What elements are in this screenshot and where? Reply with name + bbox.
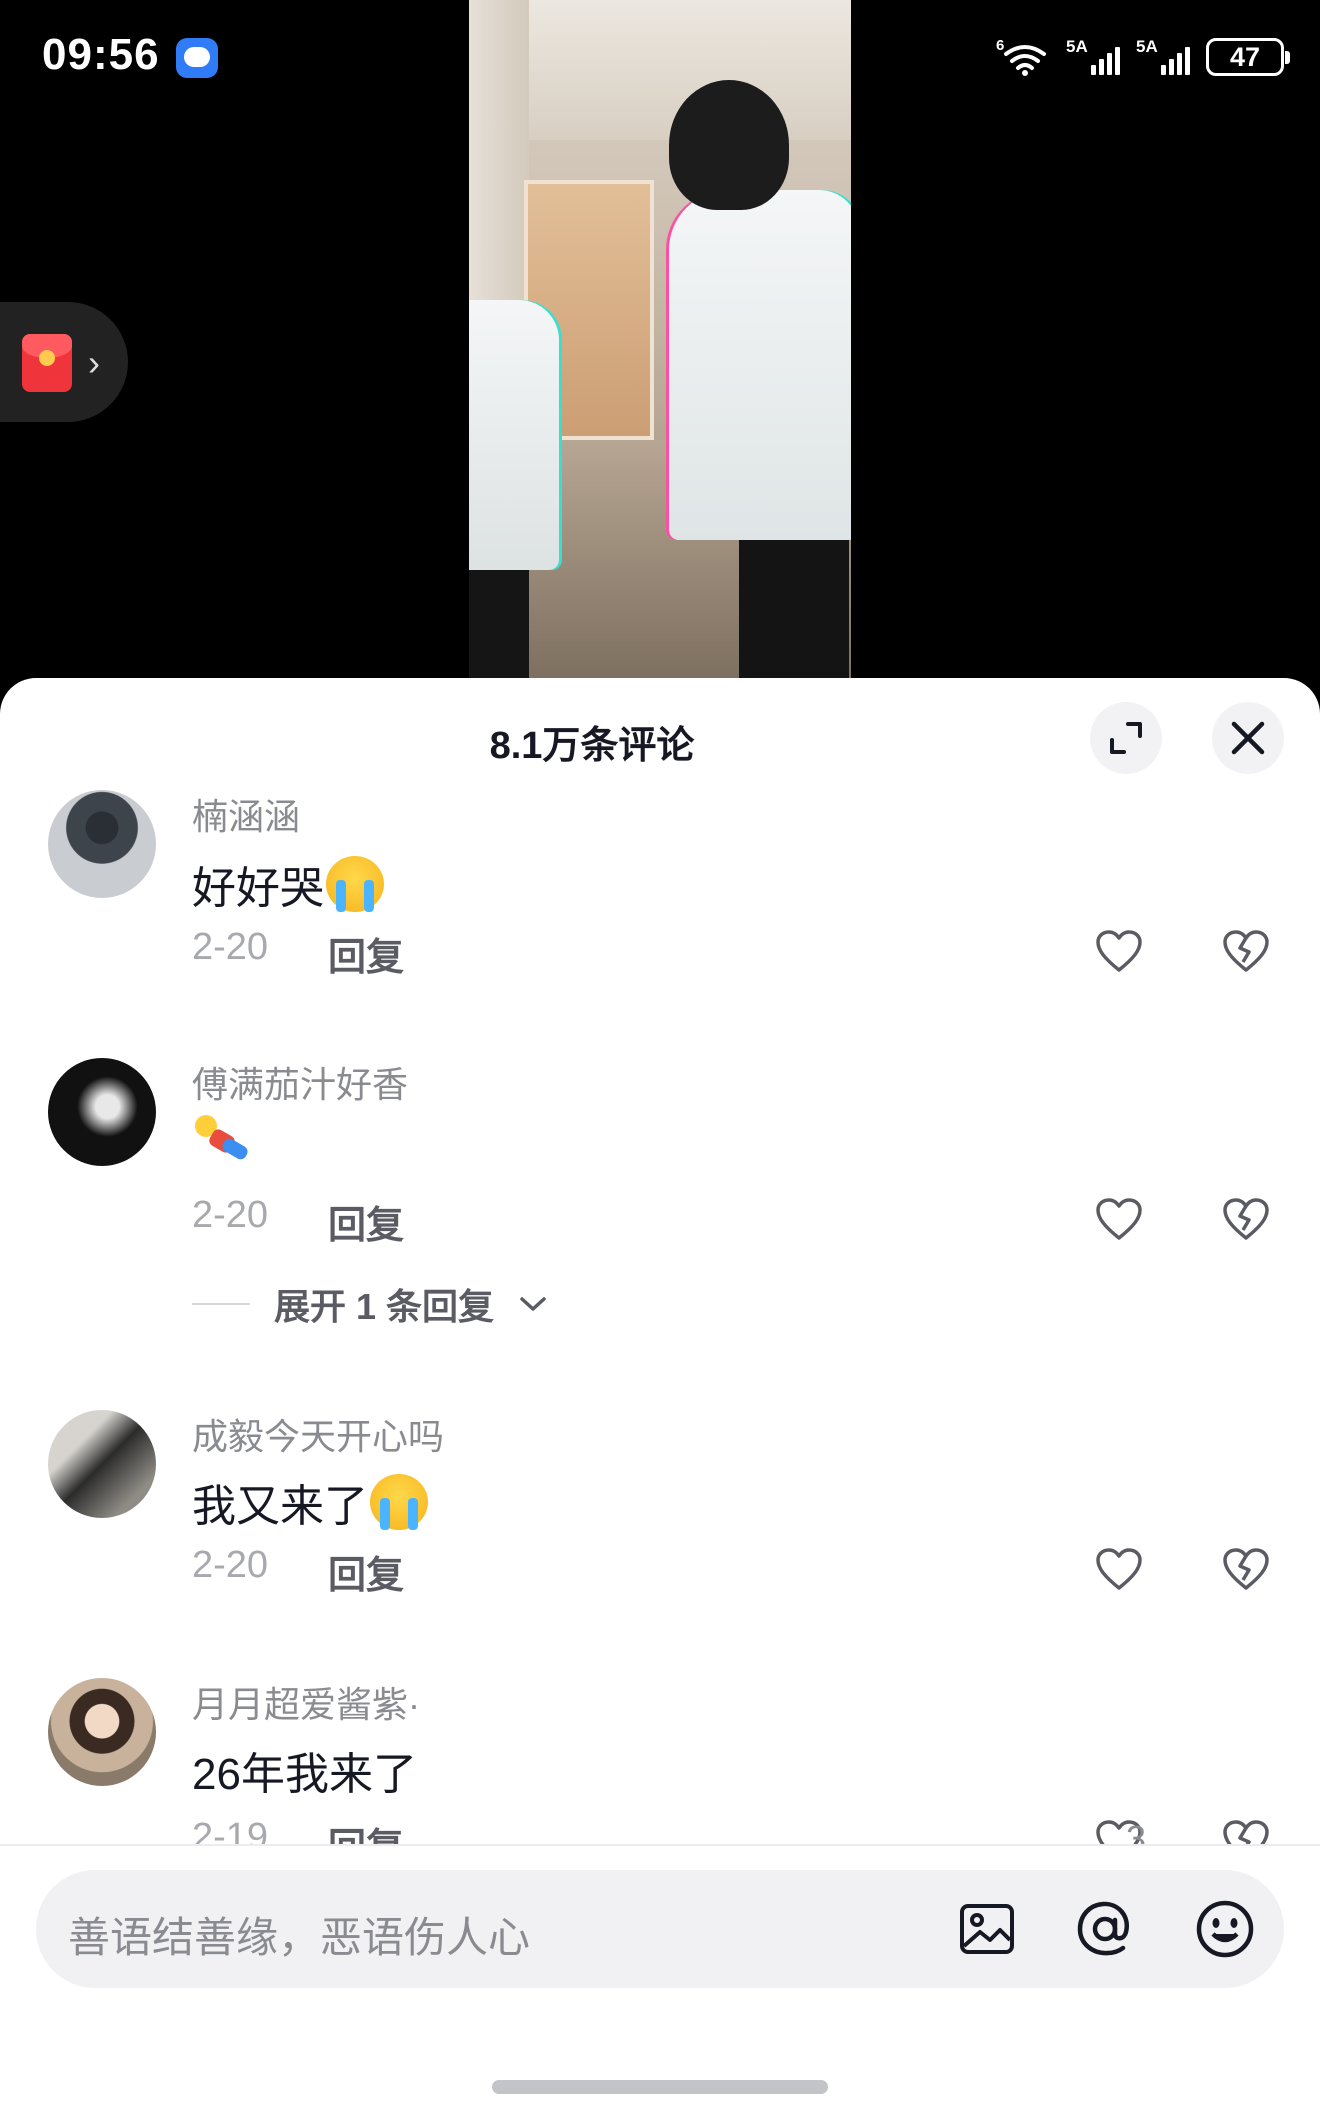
dislike-broken-heart-icon[interactable] bbox=[1222, 1546, 1270, 1592]
avatar[interactable] bbox=[48, 1678, 156, 1786]
lying-down-sticker-emoji-icon bbox=[195, 1115, 248, 1160]
avatar[interactable] bbox=[48, 1058, 156, 1166]
video-person-pants bbox=[739, 540, 849, 678]
comment-input-placeholder: 善语结善缘，恶语伤人心 bbox=[68, 1914, 531, 1961]
video-player[interactable]: 09:56 6 5A 5A 47 › bbox=[0, 0, 1320, 700]
input-divider bbox=[0, 1844, 1320, 1846]
chevron-down-icon bbox=[520, 1297, 546, 1311]
comment-text: 26年我来了 bbox=[192, 1738, 417, 1802]
status-indicators: 6 5A 5A 47 bbox=[996, 34, 1290, 80]
reply-button[interactable]: 回复 bbox=[328, 926, 404, 981]
expand-divider-line bbox=[192, 1303, 250, 1305]
comment-text-content: 26年我来了 bbox=[192, 1750, 417, 1799]
expand-icon bbox=[1110, 722, 1142, 754]
red-packet-entry[interactable]: › bbox=[0, 302, 128, 422]
wifi-label: 6 bbox=[996, 37, 1004, 54]
reply-button[interactable]: 回复 bbox=[328, 1816, 404, 1844]
expand-replies-label: 展开 1 条回复 bbox=[274, 1286, 495, 1327]
comment-text bbox=[192, 1112, 254, 1168]
red-packet-icon bbox=[22, 334, 72, 392]
reply-button[interactable]: 回复 bbox=[328, 1544, 404, 1599]
comment-input[interactable]: 善语结善缘，恶语伤人心 bbox=[36, 1870, 1284, 1988]
wifi-icon: 6 bbox=[996, 37, 1046, 76]
comment-author[interactable]: 傅满茄汁好香 bbox=[192, 1056, 408, 1108]
video-frame[interactable] bbox=[469, 0, 851, 678]
close-button[interactable] bbox=[1212, 702, 1284, 774]
comment-date: 2-20 bbox=[192, 1544, 269, 1586]
signal-1-label: 5A bbox=[1066, 37, 1088, 56]
comment-text: 好好哭 bbox=[192, 852, 384, 916]
comment-date: 2-20 bbox=[192, 926, 269, 968]
message-notification-icon bbox=[176, 38, 218, 78]
close-icon bbox=[1231, 721, 1265, 755]
like-count: 3 bbox=[1126, 1818, 1147, 1844]
expand-fullscreen-button[interactable] bbox=[1090, 702, 1162, 774]
video-second-person-pants bbox=[469, 570, 529, 678]
avatar[interactable] bbox=[48, 1410, 156, 1518]
cellular-signal-2-icon: 5A bbox=[1136, 37, 1190, 77]
video-person-head bbox=[669, 80, 789, 210]
comment-author[interactable]: 楠涵涵 bbox=[192, 788, 300, 840]
dislike-broken-heart-icon[interactable] bbox=[1222, 1196, 1270, 1242]
emoji-smile-icon[interactable] bbox=[1192, 1896, 1258, 1962]
like-heart-icon[interactable] bbox=[1094, 928, 1144, 974]
like-heart-icon[interactable] bbox=[1094, 1546, 1144, 1592]
comment-author[interactable]: 月月超爱酱紫· bbox=[192, 1676, 420, 1728]
comment-text-content: 我又来了 bbox=[192, 1482, 368, 1531]
comment-count-title: 8.1万条评论 bbox=[489, 725, 695, 767]
reply-button[interactable]: 回复 bbox=[328, 1194, 404, 1249]
loudly-crying-emoji-icon bbox=[370, 1474, 428, 1530]
status-time: 09:56 bbox=[42, 30, 160, 79]
battery-icon: 47 bbox=[1206, 38, 1290, 76]
mention-at-icon[interactable] bbox=[1072, 1896, 1138, 1962]
comment-list[interactable]: 楠涵涵 好好哭 2-20 回复 傅满茄汁好香 2-20 回复 展开 1 条回复 … bbox=[0, 778, 1320, 1844]
loudly-crying-emoji-icon bbox=[326, 856, 384, 912]
comment-date: 2-20 bbox=[192, 1194, 269, 1236]
dislike-broken-heart-icon[interactable] bbox=[1222, 928, 1270, 974]
comment-text-content: 好好哭 bbox=[192, 864, 324, 913]
comment-date: 2-19 bbox=[192, 1816, 269, 1844]
comment-sheet: 8.1万条评论 楠涵涵 好好哭 2-20 回复 傅满茄汁好香 2-20 回复 展… bbox=[0, 678, 1320, 2120]
dislike-broken-heart-icon[interactable] bbox=[1222, 1818, 1270, 1844]
expand-replies-button[interactable]: 展开 1 条回复 bbox=[192, 1278, 548, 1330]
like-heart-icon[interactable] bbox=[1094, 1196, 1144, 1242]
comment-text: 我又来了 bbox=[192, 1470, 428, 1534]
battery-level: 47 bbox=[1229, 41, 1261, 72]
video-second-person bbox=[469, 300, 559, 570]
avatar[interactable] bbox=[48, 790, 156, 898]
chevron-right-icon: › bbox=[88, 342, 100, 383]
signal-2-label: 5A bbox=[1136, 37, 1158, 56]
cellular-signal-1-icon: 5A bbox=[1066, 37, 1120, 77]
image-picker-icon[interactable] bbox=[954, 1896, 1020, 1962]
home-indicator[interactable] bbox=[492, 2080, 828, 2094]
video-person-shirt bbox=[669, 190, 851, 540]
comment-author[interactable]: 成毅今天开心吗 bbox=[192, 1408, 444, 1460]
